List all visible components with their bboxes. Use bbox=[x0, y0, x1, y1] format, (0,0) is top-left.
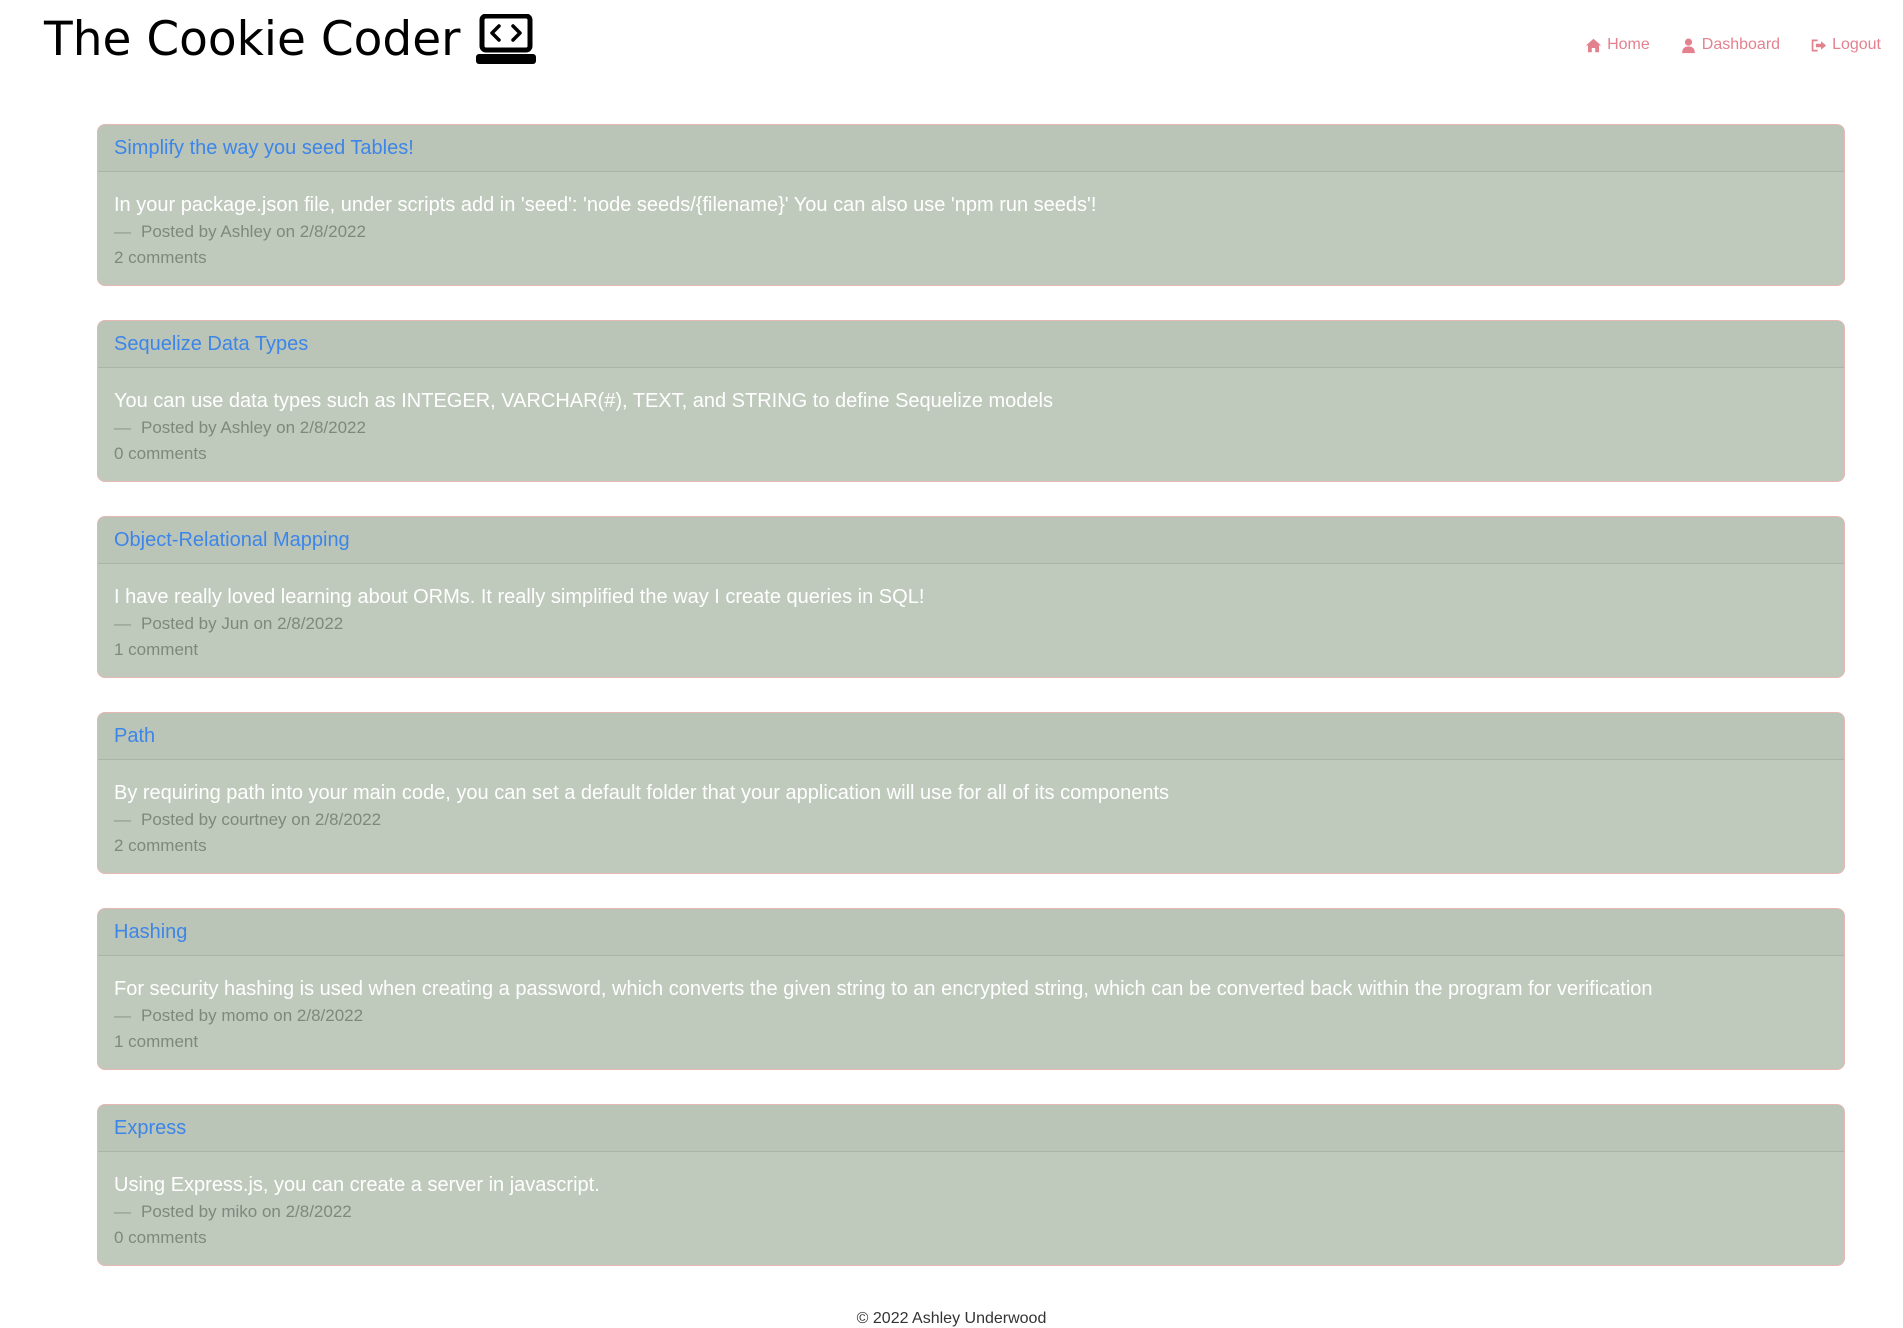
post-card-header: Simplify the way you seed Tables! bbox=[98, 125, 1844, 172]
post-card-body: You can use data types such as INTEGER, … bbox=[98, 368, 1844, 467]
post-card: Hashing For security hashing is used whe… bbox=[97, 908, 1845, 1070]
post-title-link[interactable]: Express bbox=[114, 1117, 186, 1140]
post-author-date: Posted by miko on 2/8/2022 bbox=[141, 1202, 352, 1221]
post-content: For security hashing is used when creati… bbox=[114, 978, 1653, 1000]
sign-out-icon bbox=[1811, 39, 1827, 51]
meta-dash: — bbox=[114, 1006, 131, 1025]
post-comment-count: 0 comments bbox=[114, 1228, 207, 1247]
post-meta: — Posted by Ashley on 2/8/2022 bbox=[114, 219, 1828, 245]
post-comment-count: 2 comments bbox=[114, 836, 207, 855]
meta-dash: — bbox=[114, 222, 131, 241]
post-content: I have really loved learning about ORMs.… bbox=[114, 586, 925, 608]
post-content: Using Express.js, you can create a serve… bbox=[114, 1174, 600, 1196]
post-card-header: Path bbox=[98, 713, 1844, 760]
post-card: Simplify the way you seed Tables! In you… bbox=[97, 124, 1845, 286]
post-card: Object-Relational Mapping I have really … bbox=[97, 516, 1845, 678]
post-card-header: Sequelize Data Types bbox=[98, 321, 1844, 368]
post-author-date: Posted by courtney on 2/8/2022 bbox=[141, 810, 382, 829]
post-title-link[interactable]: Simplify the way you seed Tables! bbox=[114, 137, 414, 160]
meta-dash: — bbox=[114, 810, 131, 829]
post-meta: — Posted by Jun on 2/8/2022 bbox=[114, 611, 1828, 637]
nav-home-link[interactable]: Home bbox=[1585, 36, 1650, 54]
home-icon bbox=[1585, 38, 1602, 52]
meta-dash: — bbox=[114, 418, 131, 437]
user-icon bbox=[1681, 38, 1695, 53]
post-content: In your package.json file, under scripts… bbox=[114, 194, 1097, 216]
post-author-date: Posted by Ashley on 2/8/2022 bbox=[141, 222, 366, 241]
post-meta: — Posted by Ashley on 2/8/2022 bbox=[114, 415, 1828, 441]
post-meta: — Posted by momo on 2/8/2022 bbox=[114, 1003, 1828, 1029]
post-content: You can use data types such as INTEGER, … bbox=[114, 390, 1053, 412]
site-title[interactable]: The Cookie Coder bbox=[44, 12, 538, 67]
post-comment-count: 1 comment bbox=[114, 640, 199, 659]
post-meta: — Posted by miko on 2/8/2022 bbox=[114, 1199, 1828, 1225]
copyright-text: © 2022 Ashley Underwood bbox=[856, 1310, 1047, 1327]
nav-logout-link[interactable]: Logout bbox=[1810, 36, 1881, 54]
post-meta: — Posted by courtney on 2/8/2022 bbox=[114, 807, 1828, 833]
post-card-body: I have really loved learning about ORMs.… bbox=[98, 564, 1844, 663]
post-author-date: Posted by Jun on 2/8/2022 bbox=[141, 614, 344, 633]
post-comment-count: 0 comments bbox=[114, 444, 207, 463]
post-content: By requiring path into your main code, y… bbox=[114, 782, 1170, 804]
post-card-header: Express bbox=[98, 1105, 1844, 1152]
post-card-header: Hashing bbox=[98, 909, 1844, 956]
site-footer: © 2022 Ashley Underwood bbox=[0, 1310, 1903, 1328]
post-comment-count: 2 comments bbox=[114, 248, 207, 267]
nav-dashboard-link[interactable]: Dashboard bbox=[1680, 36, 1780, 54]
post-author-date: Posted by Ashley on 2/8/2022 bbox=[141, 418, 366, 437]
site-header: The Cookie Coder Home Dashboard Logout bbox=[0, 0, 1903, 110]
post-card: Express Using Express.js, you can create… bbox=[97, 1104, 1845, 1266]
meta-dash: — bbox=[114, 614, 131, 633]
nav-home-label: Home bbox=[1607, 36, 1650, 53]
post-title-link[interactable]: Sequelize Data Types bbox=[114, 333, 308, 356]
post-list: Simplify the way you seed Tables! In you… bbox=[97, 124, 1845, 1300]
post-card: Sequelize Data Types You can use data ty… bbox=[97, 320, 1845, 482]
laptop-code-icon bbox=[474, 13, 538, 66]
nav-logout-label: Logout bbox=[1832, 36, 1881, 53]
post-card-header: Object-Relational Mapping bbox=[98, 517, 1844, 564]
post-card-body: For security hashing is used when creati… bbox=[98, 956, 1844, 1055]
post-card-body: In your package.json file, under scripts… bbox=[98, 172, 1844, 271]
post-comment-count: 1 comment bbox=[114, 1032, 199, 1051]
main-nav: Home Dashboard Logout bbox=[1585, 36, 1881, 54]
site-title-text: The Cookie Coder bbox=[44, 12, 461, 67]
post-card-body: By requiring path into your main code, y… bbox=[98, 760, 1844, 859]
post-card: Path By requiring path into your main co… bbox=[97, 712, 1845, 874]
meta-dash: — bbox=[114, 1202, 131, 1221]
post-title-link[interactable]: Object-Relational Mapping bbox=[114, 529, 350, 552]
post-author-date: Posted by momo on 2/8/2022 bbox=[141, 1006, 364, 1025]
post-title-link[interactable]: Hashing bbox=[114, 921, 187, 944]
post-card-body: Using Express.js, you can create a serve… bbox=[98, 1152, 1844, 1251]
nav-dashboard-label: Dashboard bbox=[1701, 36, 1781, 53]
post-title-link[interactable]: Path bbox=[114, 725, 155, 748]
